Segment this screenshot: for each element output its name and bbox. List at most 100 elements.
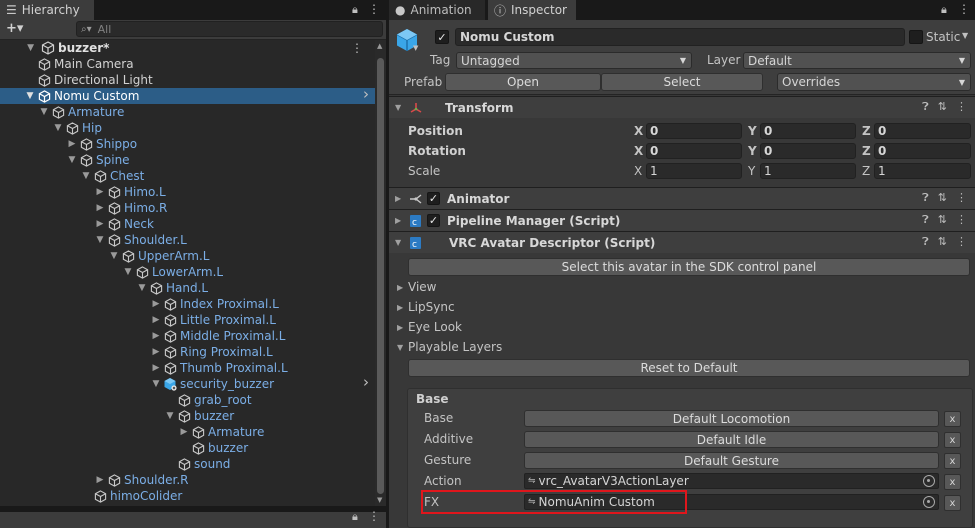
add-menu-button[interactable]: +▾: [6, 21, 23, 36]
chevron-right-icon[interactable]: ▶: [178, 427, 190, 437]
pipeline-enabled-checkbox[interactable]: ✓: [427, 214, 440, 227]
scale-y-field[interactable]: 1: [760, 163, 856, 179]
hierarchy-item[interactable]: grab_root: [0, 392, 375, 408]
hierarchy-item[interactable]: ▼ Hip: [0, 120, 375, 136]
hierarchy-item[interactable]: ▼ UpperArm.L: [0, 248, 375, 264]
hierarchy-item[interactable]: ▶ Neck: [0, 216, 375, 232]
chevron-down-icon[interactable]: ▼: [395, 238, 405, 247]
foldout-playable-layers[interactable]: ▼ Playable Layers: [397, 340, 502, 354]
chevron-down-icon[interactable]: ▼: [66, 155, 78, 165]
hierarchy-item[interactable]: himoColider: [0, 488, 375, 504]
lock-icon[interactable]: 🔒︎: [352, 3, 358, 17]
kebab-menu-icon[interactable]: ⋮: [956, 100, 967, 114]
chevron-right-icon[interactable]: ▶: [395, 194, 405, 203]
hierarchy-item[interactable]: ▶ Armature: [0, 424, 375, 440]
hierarchy-item[interactable]: Directional Light: [0, 72, 375, 88]
static-checkbox[interactable]: [909, 30, 923, 44]
layer-gesture-remove-button[interactable]: x: [944, 453, 961, 469]
hierarchy-item[interactable]: ▶ Thumb Proximal.L: [0, 360, 375, 376]
hierarchy-item[interactable]: sound: [0, 456, 375, 472]
chevron-down-icon[interactable]: ▼: [108, 251, 120, 261]
hierarchy-item[interactable]: ▶ Little Proximal.L: [0, 312, 375, 328]
position-x-field[interactable]: 0: [646, 123, 742, 139]
chevron-right-icon[interactable]: ›: [363, 373, 369, 391]
object-picker-icon[interactable]: [923, 496, 935, 508]
hierarchy-item[interactable]: ▼ Hand.L: [0, 280, 375, 296]
hierarchy-item[interactable]: ▼ Nomu Custom ›: [0, 85, 375, 104]
hierarchy-item[interactable]: ▶ Himo.R: [0, 200, 375, 216]
hierarchy-item[interactable]: ▶ Shoulder.R: [0, 472, 375, 488]
chevron-down-icon[interactable]: ▼: [164, 411, 176, 421]
prefab-open-button[interactable]: Open: [445, 73, 601, 91]
tab-animation[interactable]: ● Animation: [389, 0, 485, 20]
chevron-down-icon[interactable]: ▼: [94, 235, 106, 245]
select-avatar-sdk-button[interactable]: Select this avatar in the SDK control pa…: [408, 258, 970, 276]
icon-dropdown-arrow[interactable]: ▼: [413, 44, 418, 52]
kebab-menu-icon[interactable]: ⋮: [368, 2, 380, 16]
kebab-menu-icon[interactable]: ⋮: [368, 509, 380, 523]
tab-inspector[interactable]: ⓘ Inspector: [488, 0, 576, 20]
help-icon[interactable]: ❓︎: [922, 191, 929, 205]
hierarchy-item[interactable]: ▼ Spine: [0, 152, 375, 168]
hierarchy-item[interactable]: buzzer: [0, 440, 375, 456]
chevron-right-icon[interactable]: ›: [363, 85, 369, 103]
reset-to-default-button[interactable]: Reset to Default: [408, 359, 970, 377]
chevron-down-icon[interactable]: ▼: [52, 123, 64, 133]
presets-icon[interactable]: ⇅: [938, 213, 947, 227]
foldout-eye-look[interactable]: ▶ Eye Look: [397, 320, 462, 334]
hierarchy-item[interactable]: Main Camera: [0, 56, 375, 72]
foldout-view[interactable]: ▶ View: [397, 280, 436, 294]
hierarchy-item[interactable]: ▼ Shoulder.L: [0, 232, 375, 248]
transform-header[interactable]: ▼ Transform ❓︎ ⇅ ⋮: [389, 96, 975, 118]
rotation-z-field[interactable]: 0: [874, 143, 971, 159]
chevron-right-icon[interactable]: ▶: [395, 216, 405, 225]
scroll-down-icon[interactable]: ▼: [377, 496, 382, 504]
chevron-down-icon[interactable]: ▼: [24, 91, 36, 101]
layer-fx-remove-button[interactable]: x: [944, 495, 961, 511]
chevron-down-icon[interactable]: ▼: [38, 107, 50, 117]
foldout-lipsync[interactable]: ▶ LipSync: [397, 300, 455, 314]
prefab-select-button[interactable]: Select: [601, 73, 763, 91]
hierarchy-item[interactable]: ▶ Index Proximal.L: [0, 296, 375, 312]
help-icon[interactable]: ❓︎: [922, 235, 929, 249]
layer-additive-remove-button[interactable]: x: [944, 432, 961, 448]
scene-row[interactable]: ▼ buzzer* ⋮: [0, 40, 375, 56]
scrollbar-thumb[interactable]: [377, 58, 384, 494]
kebab-menu-icon[interactable]: ⋮: [956, 235, 967, 249]
tag-dropdown[interactable]: Untagged ▼: [456, 52, 692, 69]
chevron-right-icon[interactable]: ▶: [150, 331, 162, 341]
kebab-menu-icon[interactable]: ⋮: [956, 191, 967, 205]
chevron-down-icon[interactable]: ▼: [136, 283, 148, 293]
scene-menu-icon[interactable]: ⋮: [351, 41, 363, 55]
layer-base-button[interactable]: Default Locomotion: [524, 410, 939, 427]
rotation-y-field[interactable]: 0: [760, 143, 856, 159]
hierarchy-item[interactable]: ▼ LowerArm.L: [0, 264, 375, 280]
help-icon[interactable]: ❓︎: [922, 213, 929, 227]
layer-base-remove-button[interactable]: x: [944, 411, 961, 427]
chevron-right-icon[interactable]: ▶: [94, 187, 106, 197]
chevron-down-icon[interactable]: ▼: [122, 267, 134, 277]
lock-icon[interactable]: 🔒︎: [352, 510, 358, 524]
hierarchy-item[interactable]: ▶ Shippo: [0, 136, 375, 152]
pipeline-manager-header[interactable]: ▶ c ✓ Pipeline Manager (Script) ❓︎ ⇅ ⋮: [389, 209, 975, 231]
presets-icon[interactable]: ⇅: [938, 191, 947, 205]
help-icon[interactable]: ❓︎: [922, 100, 929, 114]
hierarchy-item[interactable]: ▼ Chest: [0, 168, 375, 184]
active-checkbox[interactable]: ✓: [435, 30, 449, 44]
scale-x-field[interactable]: 1: [646, 163, 742, 179]
kebab-menu-icon[interactable]: ⋮: [956, 213, 967, 227]
chevron-right-icon[interactable]: ▶: [150, 299, 162, 309]
layer-additive-button[interactable]: Default Idle: [524, 431, 939, 448]
chevron-right-icon[interactable]: ▶: [150, 347, 162, 357]
static-dropdown-icon[interactable]: ▼: [962, 31, 968, 40]
object-name-field[interactable]: Nomu Custom: [455, 28, 905, 46]
animator-header[interactable]: ▶ ✓ Animator ❓︎ ⇅ ⋮: [389, 187, 975, 209]
chevron-right-icon[interactable]: ▶: [94, 203, 106, 213]
presets-icon[interactable]: ⇅: [938, 100, 947, 114]
layer-dropdown[interactable]: Default ▼: [743, 52, 971, 69]
presets-icon[interactable]: ⇅: [938, 235, 947, 249]
avatar-descriptor-header[interactable]: ▼ c VRC Avatar Descriptor (Script) ❓︎ ⇅ …: [389, 231, 975, 253]
search-input[interactable]: ⌕▾ All: [76, 21, 383, 37]
object-picker-icon[interactable]: [923, 475, 935, 487]
hierarchy-item[interactable]: ▶ Himo.L: [0, 184, 375, 200]
